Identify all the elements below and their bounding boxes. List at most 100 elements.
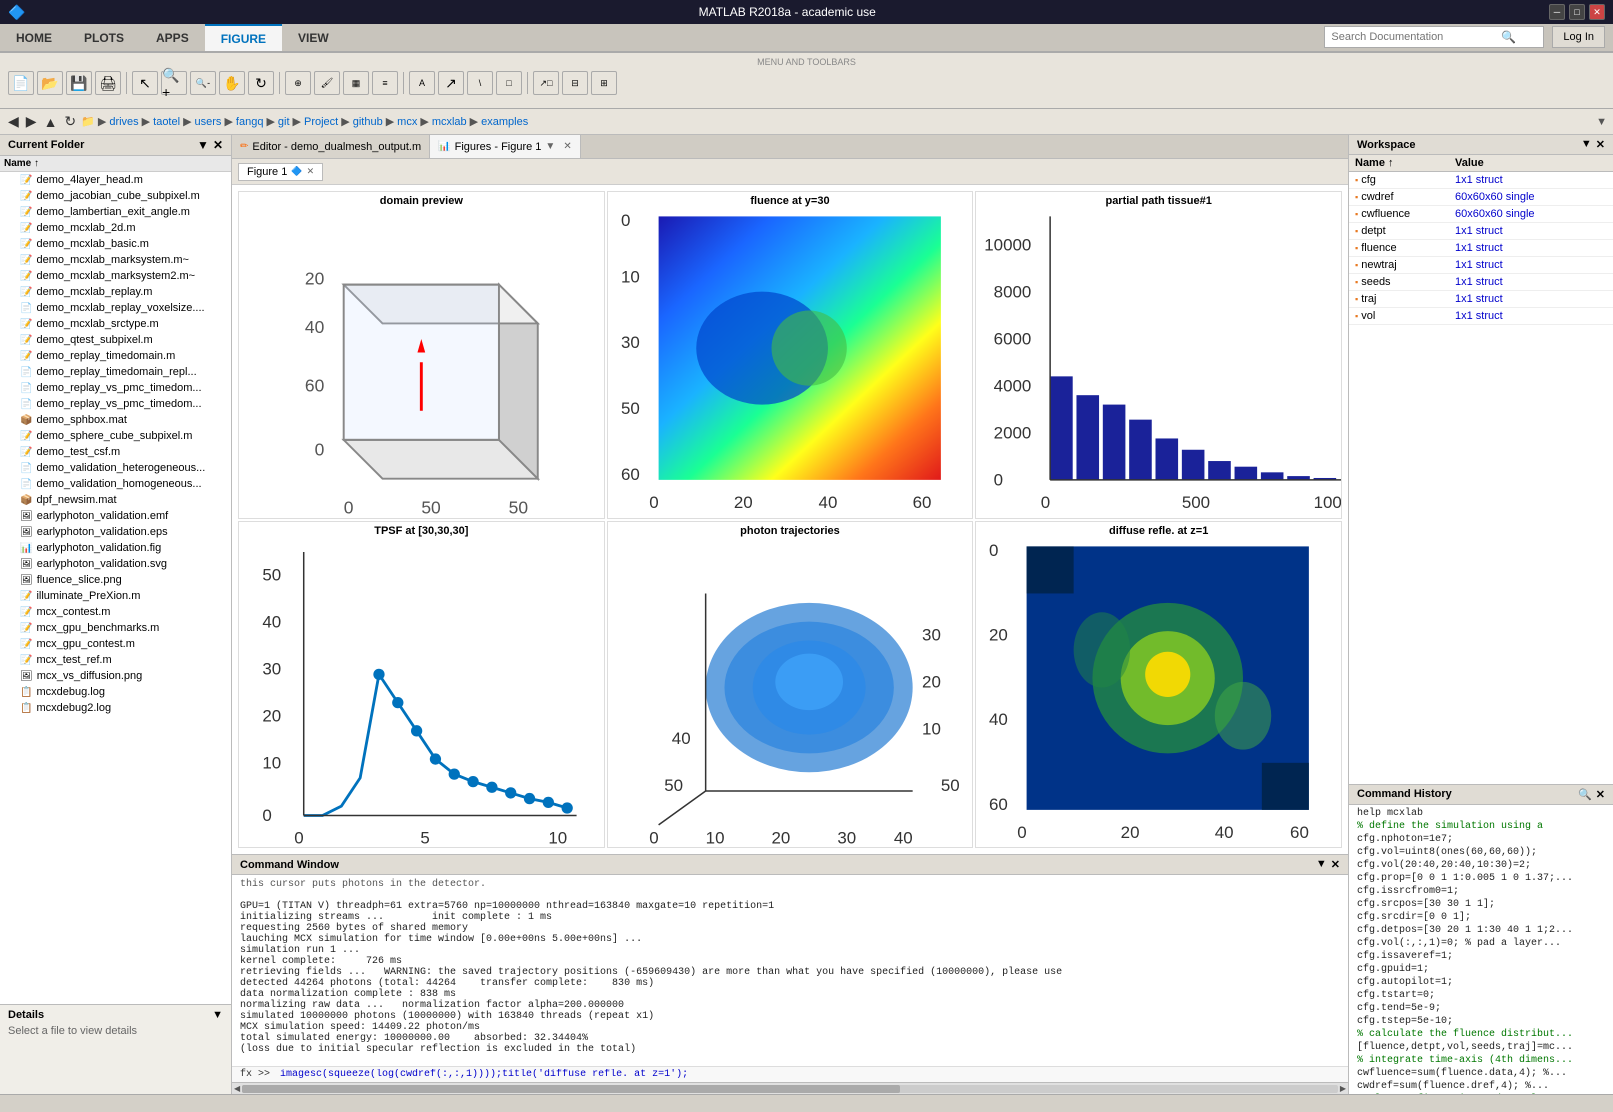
- save-button[interactable]: 💾: [66, 71, 92, 95]
- zoom-out-button[interactable]: 🔍-: [190, 71, 216, 95]
- cmd-input[interactable]: [274, 1069, 1340, 1080]
- workspace-row[interactable]: ▪ vol 1x1 struct: [1349, 308, 1613, 325]
- file-item[interactable]: 📝mcx_test_ref.m: [0, 652, 231, 668]
- file-item[interactable]: 📋mcxdebug2.log: [0, 700, 231, 716]
- ws-var-value[interactable]: 1x1 struct: [1449, 172, 1613, 188]
- file-item[interactable]: 📝demo_mcxlab_marksystem2.m~: [0, 268, 231, 284]
- workspace-row[interactable]: ▪ cwdref 60x60x60 single: [1349, 189, 1613, 206]
- search-icon[interactable]: 🔍: [1501, 30, 1516, 44]
- workspace-row[interactable]: ▪ fluence 1x1 struct: [1349, 240, 1613, 257]
- ch-item[interactable]: cfg.vol=uint8(ones(60,60,60));: [1349, 846, 1613, 859]
- ws-var-value[interactable]: 1x1 struct: [1449, 274, 1613, 290]
- new-file-button[interactable]: 📄: [8, 71, 34, 95]
- path-taotel[interactable]: taotel: [153, 116, 180, 128]
- file-item[interactable]: 📝demo_qtest_subpixel.m: [0, 332, 231, 348]
- back-button[interactable]: ◀: [6, 113, 21, 130]
- workspace-close-btn[interactable]: ✕: [1596, 138, 1605, 151]
- file-item[interactable]: 📄demo_replay_timedomain_repl...: [0, 364, 231, 380]
- tab-home[interactable]: HOME: [0, 24, 68, 51]
- workspace-row[interactable]: ▪ detpt 1x1 struct: [1349, 223, 1613, 240]
- ch-item[interactable]: cfg.vol(:,:,1)=0; % pad a layer...: [1349, 937, 1613, 950]
- file-item[interactable]: 📝demo_mcxlab_marksystem.m~: [0, 252, 231, 268]
- file-item[interactable]: 📦demo_sphbox.mat: [0, 412, 231, 428]
- ch-item[interactable]: cwfluence=sum(fluence.data,4); %...: [1349, 1067, 1613, 1080]
- path-mcx[interactable]: mcx: [397, 116, 417, 128]
- ch-item[interactable]: [fluence,detpt,vol,seeds,traj]=mc...: [1349, 1041, 1613, 1054]
- file-item[interactable]: 📝mcx_contest.m: [0, 604, 231, 620]
- file-item[interactable]: 🖼mcx_vs_diffusion.png: [0, 668, 231, 684]
- ws-var-value[interactable]: 1x1 struct: [1449, 257, 1613, 273]
- open-figure-button[interactable]: ↗□: [533, 71, 559, 95]
- ch-item[interactable]: cfg.detpos=[30 20 1 1:30 40 1 1;2...: [1349, 924, 1613, 937]
- ws-var-value[interactable]: 60x60x60 single: [1449, 189, 1613, 205]
- file-item[interactable]: 📄demo_replay_vs_pmc_timedom...: [0, 396, 231, 412]
- ch-search-btn[interactable]: 🔍: [1578, 788, 1592, 801]
- details-collapse-button[interactable]: ▼: [212, 1009, 223, 1021]
- file-item[interactable]: 📊earlyphoton_validation.fig: [0, 540, 231, 556]
- close-button[interactable]: ✕: [1589, 4, 1605, 20]
- up-button[interactable]: ▲: [42, 114, 60, 130]
- file-item[interactable]: 🖼earlyphoton_validation.emf: [0, 508, 231, 524]
- figures-tab-close[interactable]: ✕: [563, 141, 571, 152]
- cmd-close-button[interactable]: ✕: [1331, 858, 1340, 871]
- cmd-scrollbar-thumb[interactable]: [242, 1085, 899, 1093]
- file-item[interactable]: 📝demo_lambertian_exit_angle.m: [0, 204, 231, 220]
- cmd-scrollbar-left[interactable]: ◀: [234, 1084, 240, 1093]
- file-item[interactable]: 🖼earlyphoton_validation.svg: [0, 556, 231, 572]
- figures-tab-menu[interactable]: ▼: [545, 141, 555, 152]
- rotate-button[interactable]: ↻: [248, 71, 274, 95]
- ch-item[interactable]: cfg.autopilot=1;: [1349, 976, 1613, 989]
- insert-line-button[interactable]: \: [467, 71, 493, 95]
- file-item[interactable]: 📋mcxdebug.log: [0, 684, 231, 700]
- cmd-collapse-button[interactable]: ▼: [1316, 858, 1327, 871]
- tab-view[interactable]: VIEW: [282, 24, 345, 51]
- ch-item[interactable]: cfg.vol(20:40,20:40,10:30)=2;: [1349, 859, 1613, 872]
- path-users[interactable]: users: [195, 116, 222, 128]
- ws-var-value[interactable]: 1x1 struct: [1449, 223, 1613, 239]
- file-item[interactable]: 🖼earlyphoton_validation.eps: [0, 524, 231, 540]
- open-button[interactable]: 📂: [37, 71, 63, 95]
- ch-item[interactable]: cfg.nphoton=1e7;: [1349, 833, 1613, 846]
- file-item[interactable]: 🖼fluence_slice.png: [0, 572, 231, 588]
- ch-item[interactable]: cfg.srcdir=[0 0 1];: [1349, 911, 1613, 924]
- ch-item[interactable]: cfg.gpuid=1;: [1349, 963, 1613, 976]
- workspace-row[interactable]: ▪ seeds 1x1 struct: [1349, 274, 1613, 291]
- zoom-in-button[interactable]: 🔍+: [161, 71, 187, 95]
- file-item[interactable]: 📦dpf_newsim.mat: [0, 492, 231, 508]
- file-item[interactable]: 📄demo_replay_vs_pmc_timedom...: [0, 380, 231, 396]
- search-input[interactable]: [1331, 31, 1501, 43]
- window-controls[interactable]: ─ □ ✕: [1549, 4, 1605, 20]
- file-item[interactable]: 📝demo_mcxlab_2d.m: [0, 220, 231, 236]
- workspace-menu-btn[interactable]: ▼: [1581, 138, 1592, 151]
- figure-tab-1[interactable]: Figure 1 🔷 ✕: [238, 163, 323, 181]
- ch-item[interactable]: cfg.issrcfrom0=1;: [1349, 885, 1613, 898]
- ch-close-btn[interactable]: ✕: [1596, 788, 1605, 801]
- file-item[interactable]: 📄demo_validation_homogeneous...: [0, 476, 231, 492]
- ch-item[interactable]: cfg.tstart=0;: [1349, 989, 1613, 1002]
- minimize-button[interactable]: ─: [1549, 4, 1565, 20]
- ch-item[interactable]: % calculate the fluence distribut...: [1349, 1028, 1613, 1041]
- print-figure-button[interactable]: ⊟: [562, 71, 588, 95]
- print-button[interactable]: 🖨: [95, 71, 121, 95]
- ws-var-value[interactable]: 60x60x60 single: [1449, 206, 1613, 222]
- workspace-row[interactable]: ▪ traj 1x1 struct: [1349, 291, 1613, 308]
- new-figure-button[interactable]: ⊞: [591, 71, 617, 95]
- path-github[interactable]: github: [353, 116, 383, 128]
- ch-item[interactable]: % define the simulation using a: [1349, 820, 1613, 833]
- colorbar-button[interactable]: ▦: [343, 71, 369, 95]
- folder-menu-button[interactable]: ▼: [197, 138, 209, 152]
- path-fangq[interactable]: fangq: [236, 116, 264, 128]
- file-item[interactable]: 📝demo_jacobian_cube_subpixel.m: [0, 188, 231, 204]
- login-button[interactable]: Log In: [1552, 26, 1605, 48]
- path-git[interactable]: git: [278, 116, 290, 128]
- folder-close-button[interactable]: ✕: [213, 138, 223, 152]
- insert-arrow-button[interactable]: ↗: [438, 71, 464, 95]
- ch-item[interactable]: help mcxlab: [1349, 807, 1613, 820]
- ws-var-value[interactable]: 1x1 struct: [1449, 291, 1613, 307]
- path-drives[interactable]: drives: [109, 116, 138, 128]
- ws-var-value[interactable]: 1x1 struct: [1449, 308, 1613, 324]
- tab-apps[interactable]: APPS: [140, 24, 205, 51]
- file-item[interactable]: 📝mcx_gpu_benchmarks.m: [0, 620, 231, 636]
- insert-rect-button[interactable]: □: [496, 71, 522, 95]
- file-item[interactable]: 📝demo_sphere_cube_subpixel.m: [0, 428, 231, 444]
